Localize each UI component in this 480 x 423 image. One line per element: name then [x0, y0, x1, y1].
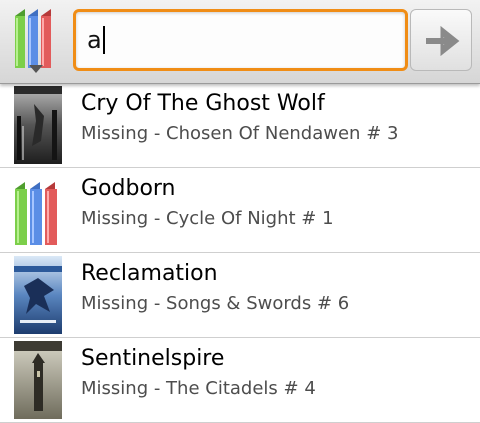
arrow-right-icon — [426, 26, 460, 56]
book-title: Reclamation — [81, 261, 218, 286]
search-query-text: a — [87, 26, 105, 54]
book-title: Cry Of The Ghost Wolf — [81, 91, 325, 116]
list-item[interactable]: Godborn Missing - Cycle Of Night # 1 — [0, 168, 480, 253]
list-item[interactable]: Sentinelspire Missing - The Citadels # 4 — [0, 338, 480, 423]
book-subtitle: Missing - Songs & Swords # 6 — [81, 293, 350, 314]
book-subtitle: Missing - Chosen Of Nendawen # 3 — [81, 123, 399, 144]
dropdown-caret-icon[interactable] — [28, 64, 44, 74]
book-title: Godborn — [81, 176, 176, 201]
search-go-button[interactable] — [410, 9, 472, 71]
search-bar: a — [0, 0, 480, 84]
book-cover-image — [14, 256, 62, 334]
book-cover-image — [14, 86, 62, 164]
book-subtitle: Missing - Cycle Of Night # 1 — [81, 208, 334, 229]
text-cursor — [102, 26, 105, 54]
search-input[interactable]: a — [73, 9, 408, 71]
book-title: Sentinelspire — [81, 346, 225, 371]
books-placeholder-icon — [15, 182, 57, 245]
book-subtitle: Missing - The Citadels # 4 — [81, 378, 316, 399]
list-item[interactable]: Cry Of The Ghost Wolf Missing - Chosen O… — [0, 83, 480, 168]
book-cover-image — [14, 341, 62, 419]
list-item[interactable]: Reclamation Missing - Songs & Swords # 6 — [0, 253, 480, 338]
app-books-icon[interactable] — [12, 6, 60, 70]
results-list: Cry Of The Ghost Wolf Missing - Chosen O… — [0, 83, 480, 423]
